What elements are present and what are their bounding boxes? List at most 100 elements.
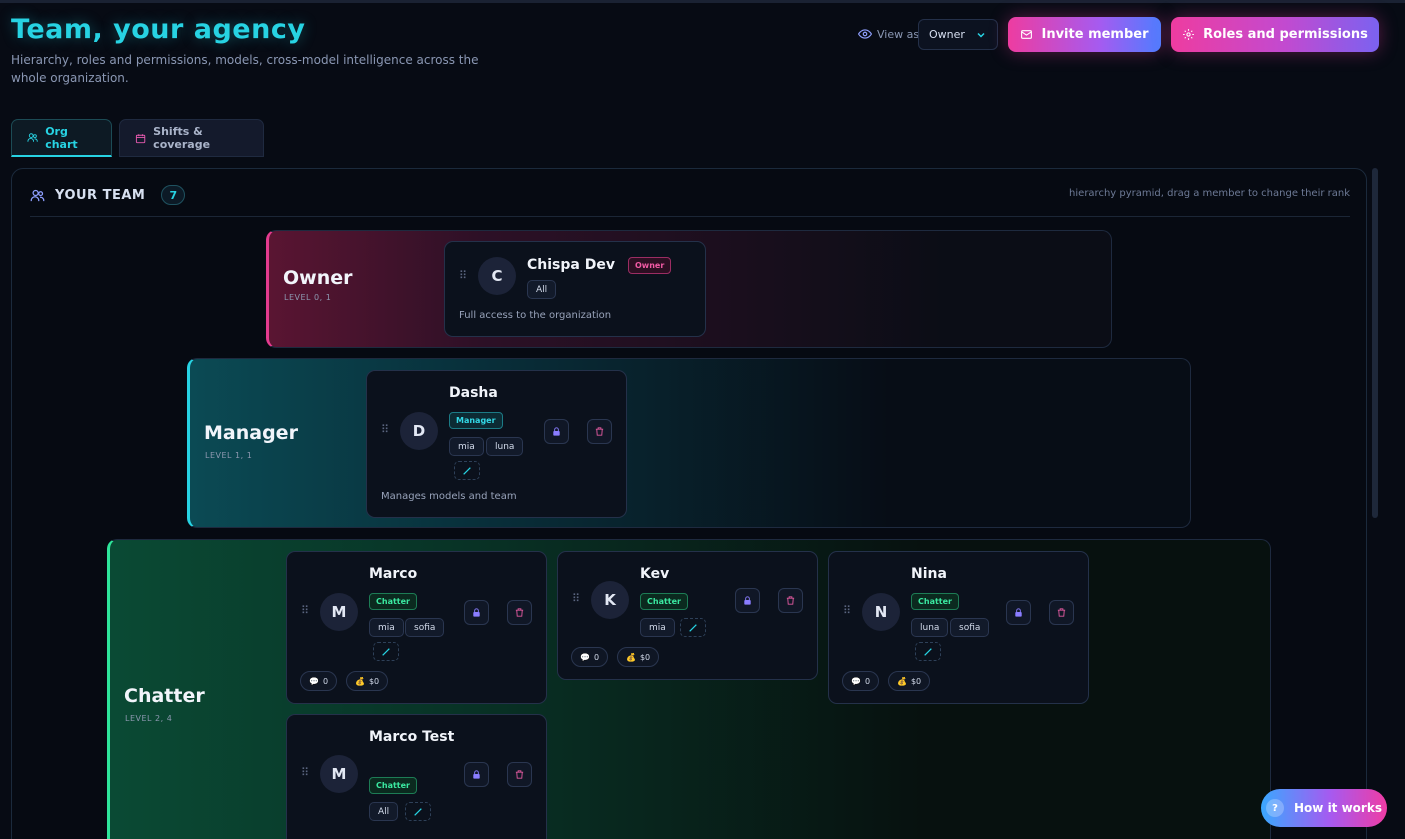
drag-handle-icon[interactable]: ⠿ (301, 604, 309, 617)
drag-handle-icon[interactable]: ⠿ (301, 766, 309, 779)
users-icon (30, 189, 45, 201)
member-description: Full access to the organization (459, 310, 612, 321)
level-name-manager: Manager (204, 422, 298, 444)
tab-org-chart[interactable]: Org chart (11, 119, 112, 157)
messages-icon: 💬 (580, 652, 590, 662)
member-name: Marco Test (369, 729, 455, 745)
invite-member-button[interactable]: Invite member (1008, 17, 1161, 52)
member-description: Manages models and team (381, 491, 517, 502)
assign-model-button[interactable] (405, 802, 431, 821)
role-badge-chatter: Chatter (911, 593, 959, 610)
delete-member-button[interactable] (587, 419, 612, 444)
users-icon (27, 133, 38, 142)
how-it-works-label: How it works (1294, 801, 1382, 815)
trash-icon (786, 596, 795, 605)
model-chip: mia (449, 437, 484, 456)
level-label-owner: LEVEL 0, 1 (284, 293, 332, 302)
member-card-marco[interactable]: ⠿ M Marco Chatter mia sofia 💬 0 💰 $0 (286, 551, 547, 704)
drag-handle-icon[interactable]: ⠿ (843, 604, 851, 617)
lock-icon (553, 427, 560, 436)
role-badge-manager: Manager (449, 412, 503, 429)
calendar-icon (135, 133, 146, 143)
permissions-button[interactable] (1006, 600, 1031, 625)
lock-icon (473, 608, 480, 617)
team-count-badge: 7 (161, 185, 186, 205)
delete-member-button[interactable] (507, 762, 532, 787)
pencil-icon (689, 623, 697, 632)
view-as: View as (858, 27, 919, 41)
revenue-stat: 💰 $0 (346, 671, 389, 691)
delete-member-button[interactable] (778, 588, 803, 613)
money-bag-icon: 💰 (897, 676, 907, 686)
avatar: M (320, 755, 358, 793)
messages-stat: 💬 0 (842, 671, 880, 691)
delete-member-button[interactable] (1049, 600, 1074, 625)
messages-icon: 💬 (851, 676, 861, 686)
level-band-manager (187, 358, 1191, 528)
assign-model-button[interactable] (915, 642, 941, 661)
member-name: Kev (640, 566, 670, 582)
member-card-chispa-dev[interactable]: ⠿ C Chispa Dev Owner All Full access to … (444, 241, 706, 337)
assign-model-button[interactable] (680, 618, 706, 637)
lock-icon (1015, 608, 1022, 617)
member-name: Marco (369, 566, 418, 582)
avatar: C (478, 257, 516, 295)
member-name: Dasha (449, 385, 498, 401)
eye-icon (858, 29, 872, 39)
model-chip: luna (486, 437, 524, 456)
messages-stat: 💬 0 (300, 671, 338, 691)
member-card-nina[interactable]: ⠿ N Nina Chatter luna sofia 💬 0 💰 $0 (828, 551, 1089, 704)
assign-model-button[interactable] (373, 642, 399, 661)
avatar: M (320, 593, 358, 631)
messages-icon: 💬 (309, 676, 319, 686)
member-card-kev[interactable]: ⠿ K Kev Chatter mia 💬 0 💰 $0 (557, 551, 818, 680)
tab-shifts-coverage-label: Shifts & coverage (153, 125, 211, 151)
role-badge-chatter: Chatter (369, 593, 417, 610)
lock-icon (744, 596, 751, 605)
drag-handle-icon[interactable]: ⠿ (459, 269, 467, 282)
level-name-chatter: Chatter (124, 685, 205, 707)
model-chip: All (527, 280, 557, 299)
model-chip: mia (640, 618, 675, 637)
page-title: Team, your agency (11, 14, 306, 45)
avatar: D (400, 412, 438, 450)
top-border (0, 0, 1405, 3)
delete-member-button[interactable] (507, 600, 532, 625)
divider (30, 216, 1350, 217)
revenue-stat: 💰 $0 (888, 671, 931, 691)
permissions-button[interactable] (464, 600, 489, 625)
model-chip: mia (369, 618, 404, 637)
view-as-label: View as (877, 27, 920, 41)
model-chip: sofia (405, 618, 445, 637)
trash-icon (1057, 608, 1066, 617)
member-card-marco-test[interactable]: ⠿ M Marco Test Chatter All (286, 714, 547, 839)
avatar: N (862, 593, 900, 631)
role-badge-chatter: Chatter (369, 777, 417, 794)
member-card-dasha[interactable]: ⠿ D Dasha Manager mia luna Manages model… (366, 370, 627, 518)
revenue-value: $0 (639, 652, 651, 662)
drag-handle-icon[interactable]: ⠿ (381, 423, 389, 436)
assign-model-button[interactable] (454, 461, 480, 480)
team-hint: hierarchy pyramid, drag a member to chan… (1069, 188, 1350, 199)
lock-icon (473, 770, 480, 779)
settings-icon (1183, 29, 1195, 40)
permissions-button[interactable] (544, 419, 569, 444)
money-bag-icon: 💰 (626, 652, 636, 662)
view-as-select[interactable]: Owner (918, 19, 998, 50)
how-it-works-button[interactable]: ? How it works (1261, 789, 1387, 827)
question-icon: ? (1266, 799, 1285, 817)
revenue-stat: 💰 $0 (617, 647, 660, 667)
tab-shifts-coverage[interactable]: Shifts & coverage (119, 119, 264, 157)
pencil-icon (414, 807, 422, 816)
drag-handle-icon[interactable]: ⠿ (572, 592, 580, 605)
level-name-owner: Owner (283, 267, 353, 289)
trash-icon (515, 770, 524, 779)
pencil-icon (924, 647, 932, 656)
avatar: K (591, 581, 629, 619)
model-chip: luna (911, 618, 949, 637)
roles-permissions-button[interactable]: Roles and permissions (1171, 17, 1379, 52)
permissions-button[interactable] (735, 588, 760, 613)
permissions-button[interactable] (464, 762, 489, 787)
team-title: YOUR TEAM (55, 187, 146, 203)
scrollbar[interactable] (1372, 168, 1378, 518)
